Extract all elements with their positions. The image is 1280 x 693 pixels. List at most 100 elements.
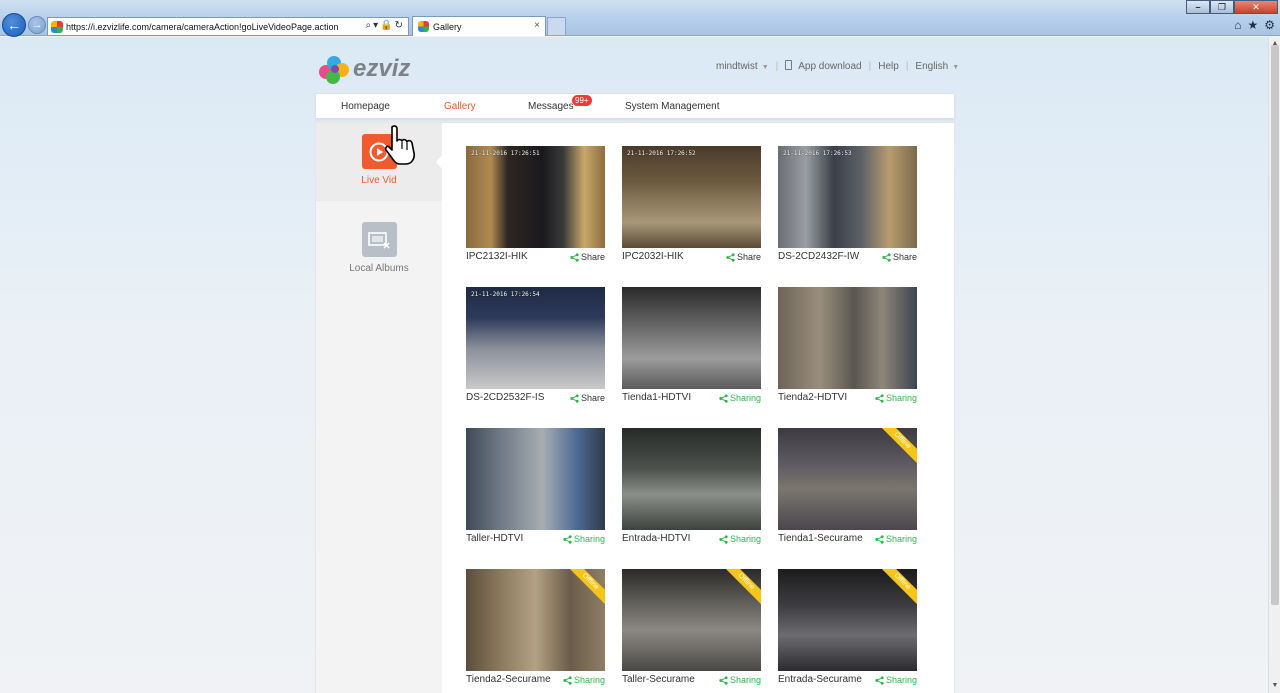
nav-messages-label: Messages [528,101,574,112]
minimize-button[interactable]: – [1186,0,1210,14]
share-button[interactable]: Share [570,252,605,262]
camera-name: Taller-HDTVI [466,533,524,544]
close-window-button[interactable]: ✕ [1234,0,1278,14]
camera-name: DS-2CD2532F-IS [466,392,545,403]
address-bar[interactable]: https://i.ezvizlife.com/camera/cameraAct… [47,17,409,36]
camera-thumbnail[interactable] [622,287,761,389]
share-button[interactable]: Sharing [719,393,761,403]
back-button[interactable]: ← [2,13,26,37]
camera-thumbnail[interactable] [466,428,605,530]
share-icon [719,675,728,685]
album-icon [361,222,397,257]
camera-card[interactable]: Entrada-HDTVI Sharing [622,428,762,554]
sidebar-item-label: Live Vid [361,175,397,186]
vertical-scrollbar[interactable]: ▲ ▼ [1268,37,1280,693]
camera-thumbnail[interactable]: Offline [778,569,917,671]
divider: | [868,60,872,72]
camera-name: Taller-Securame [622,674,695,685]
camera-timestamp: 21-11-2016 17:26:52 [627,150,696,157]
share-label: Sharing [573,534,605,544]
forward-button[interactable]: → [28,16,46,34]
camera-preview-image [466,146,605,248]
scroll-down-icon[interactable]: ▼ [1270,681,1280,691]
camera-card[interactable]: Tienda2-HDTVI Sharing [778,287,918,413]
user-menu[interactable]: mindtwist ▼ [716,61,769,72]
new-tab-button[interactable] [547,17,566,36]
camera-card[interactable]: Tienda1-HDTVI Sharing [622,287,762,413]
settings-gear-icon[interactable]: ⚙ [1264,18,1275,32]
share-button[interactable]: Sharing [563,675,605,685]
camera-thumbnail[interactable]: 21-11-2016 17:26:53 [778,146,917,248]
tab-close-icon[interactable]: × [534,20,540,31]
browser-tab-gallery[interactable]: Gallery × [412,16,546,36]
ezviz-logo[interactable]: ezviz [317,53,410,85]
app-download-label: App download [798,61,862,72]
site-favicon-icon [51,20,63,33]
camera-preview-image [466,569,605,671]
share-button[interactable]: Share [570,393,605,403]
scrollbar-thumb[interactable] [1271,45,1279,605]
chevron-down-icon: ▼ [761,63,769,71]
share-button[interactable]: Sharing [719,534,761,544]
language-select[interactable]: English ▼ [915,61,959,72]
share-label: Sharing [573,675,605,685]
maximize-button[interactable]: ❐ [1210,0,1234,14]
camera-name: Tienda1-HDTVI [622,392,692,403]
header-links: mindtwist ▼ | App download | Help | Engli… [716,60,959,72]
nav-homepage[interactable]: Homepage [341,101,390,112]
nav-system-management[interactable]: System Management [625,101,720,112]
share-label: Sharing [885,534,917,544]
camera-card[interactable]: Taller-HDTVI Sharing [466,428,606,554]
camera-thumbnail[interactable] [622,428,761,530]
share-button[interactable]: Sharing [875,534,917,544]
app-download-link[interactable]: App download [785,60,862,72]
camera-card[interactable]: 21-11-2016 17:26:53 DS-2CD2432F-IW Share [778,146,918,272]
camera-name: IPC2132I-HIK [466,251,528,262]
share-button[interactable]: Share [726,252,761,262]
camera-card[interactable]: Offline Tienda1-Securame Sharing [778,428,918,554]
share-button[interactable]: Sharing [875,393,917,403]
share-icon [875,534,884,544]
share-button[interactable]: Sharing [875,675,917,685]
camera-card[interactable]: Offline Entrada-Securame Sharing [778,569,918,693]
camera-card[interactable]: 21-11-2016 17:26:54 DS-2CD2532F-IS Share [466,287,606,413]
camera-preview-image [622,146,761,248]
camera-thumbnail[interactable] [778,287,917,389]
share-button[interactable]: Sharing [563,534,605,544]
home-icon[interactable]: ⌂ [1234,18,1241,32]
favorites-star-icon[interactable]: ★ [1247,18,1258,32]
camera-thumbnail[interactable]: Offline [778,428,917,530]
camera-thumbnail[interactable]: Offline [622,569,761,671]
camera-timestamp: 21-11-2016 17:26:53 [783,150,852,157]
camera-thumbnail[interactable]: 21-11-2016 17:26:51 [466,146,605,248]
address-tools-icon[interactable]: ⌕▾🔒↻ [366,20,405,31]
divider: | [905,60,909,72]
camera-name: IPC2032I-HIK [622,251,684,262]
browser-chrome: ← → https://i.ezvizlife.com/camera/camer… [0,0,1280,37]
sidebar-item-local-albums[interactable]: Local Albums [316,211,442,274]
share-label: Sharing [885,393,917,403]
share-button[interactable]: Share [882,252,917,262]
camera-name: Tienda1-Securame [778,533,863,544]
share-button[interactable]: Sharing [719,675,761,685]
camera-name: Tienda2-Securame [466,674,551,685]
camera-preview-image [778,569,917,671]
sidebar-item-label: Local Albums [349,263,409,274]
camera-thumbnail[interactable]: 21-11-2016 17:26:54 [466,287,605,389]
share-label: Share [580,252,605,262]
camera-card[interactable]: 21-11-2016 17:26:51 IPC2132I-HIK Share [466,146,606,272]
camera-card[interactable]: Offline Tienda2-Securame Sharing [466,569,606,693]
help-link[interactable]: Help [878,61,899,72]
sidebar-pointer [436,153,444,171]
camera-preview-image [466,287,605,389]
nav-gallery[interactable]: Gallery [444,101,476,112]
camera-card[interactable]: 21-11-2016 17:26:52 IPC2032I-HIK Share [622,146,762,272]
camera-card[interactable]: Offline Taller-Securame Sharing [622,569,762,693]
url-text[interactable]: https://i.ezvizlife.com/camera/cameraAct… [66,22,338,32]
camera-thumbnail[interactable]: 21-11-2016 17:26:52 [622,146,761,248]
camera-thumbnail[interactable]: Offline [466,569,605,671]
share-label: Sharing [729,393,761,403]
tab-title: Gallery [433,21,462,32]
brand-name: ezviz [353,55,411,82]
nav-messages[interactable]: Messages 99+ [528,95,592,112]
